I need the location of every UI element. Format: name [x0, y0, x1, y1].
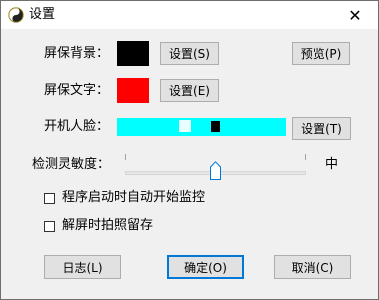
log-button[interactable]: 日志(L) [44, 255, 121, 279]
sensitivity-slider-thumb[interactable] [210, 161, 221, 180]
close-icon: ✕ [348, 5, 362, 25]
screensaver-bg-label: 屏保背景： [44, 46, 110, 61]
screensaver-text-label: 屏保文字： [44, 83, 110, 98]
screensaver-text-settings-button[interactable]: 设置(E) [160, 79, 219, 102]
unlock-photo-label[interactable]: 解屏时拍照留存 [62, 218, 153, 234]
screensaver-text-color-swatch [117, 78, 149, 103]
preview-button[interactable]: 预览(P) [292, 42, 350, 65]
face-preview-mark [211, 121, 220, 132]
settings-dialog: 设置 ✕ 屏保背景： 设置(S) 预览(P) 屏保文字： 设置(E) 开机人脸：… [0, 0, 379, 300]
face-preview-blur [179, 120, 191, 132]
window-title: 设置 [29, 7, 56, 22]
close-button[interactable]: ✕ [332, 1, 378, 29]
yin-yang-icon [8, 7, 24, 23]
startup-face-label: 开机人脸： [44, 119, 110, 134]
screensaver-bg-settings-button[interactable]: 设置(S) [160, 42, 219, 65]
slider-tick-top-right [305, 154, 306, 160]
cancel-button[interactable]: 取消(C) [274, 255, 351, 279]
sensitivity-value: 中 [325, 157, 339, 172]
unlock-photo-checkbox[interactable] [44, 221, 55, 232]
sensitivity-label: 检测灵敏度： [32, 157, 111, 172]
auto-monitor-checkbox[interactable] [44, 193, 55, 204]
ok-button[interactable]: 确定(O) [167, 255, 244, 279]
title-bar: 设置 ✕ [1, 1, 378, 29]
face-preview-bar [117, 118, 286, 136]
startup-face-settings-button[interactable]: 设置(T) [292, 117, 351, 140]
slider-tick-top-left [125, 154, 126, 160]
screensaver-bg-color-swatch [117, 41, 149, 66]
auto-monitor-label[interactable]: 程序启动时自动开始监控 [62, 190, 205, 206]
